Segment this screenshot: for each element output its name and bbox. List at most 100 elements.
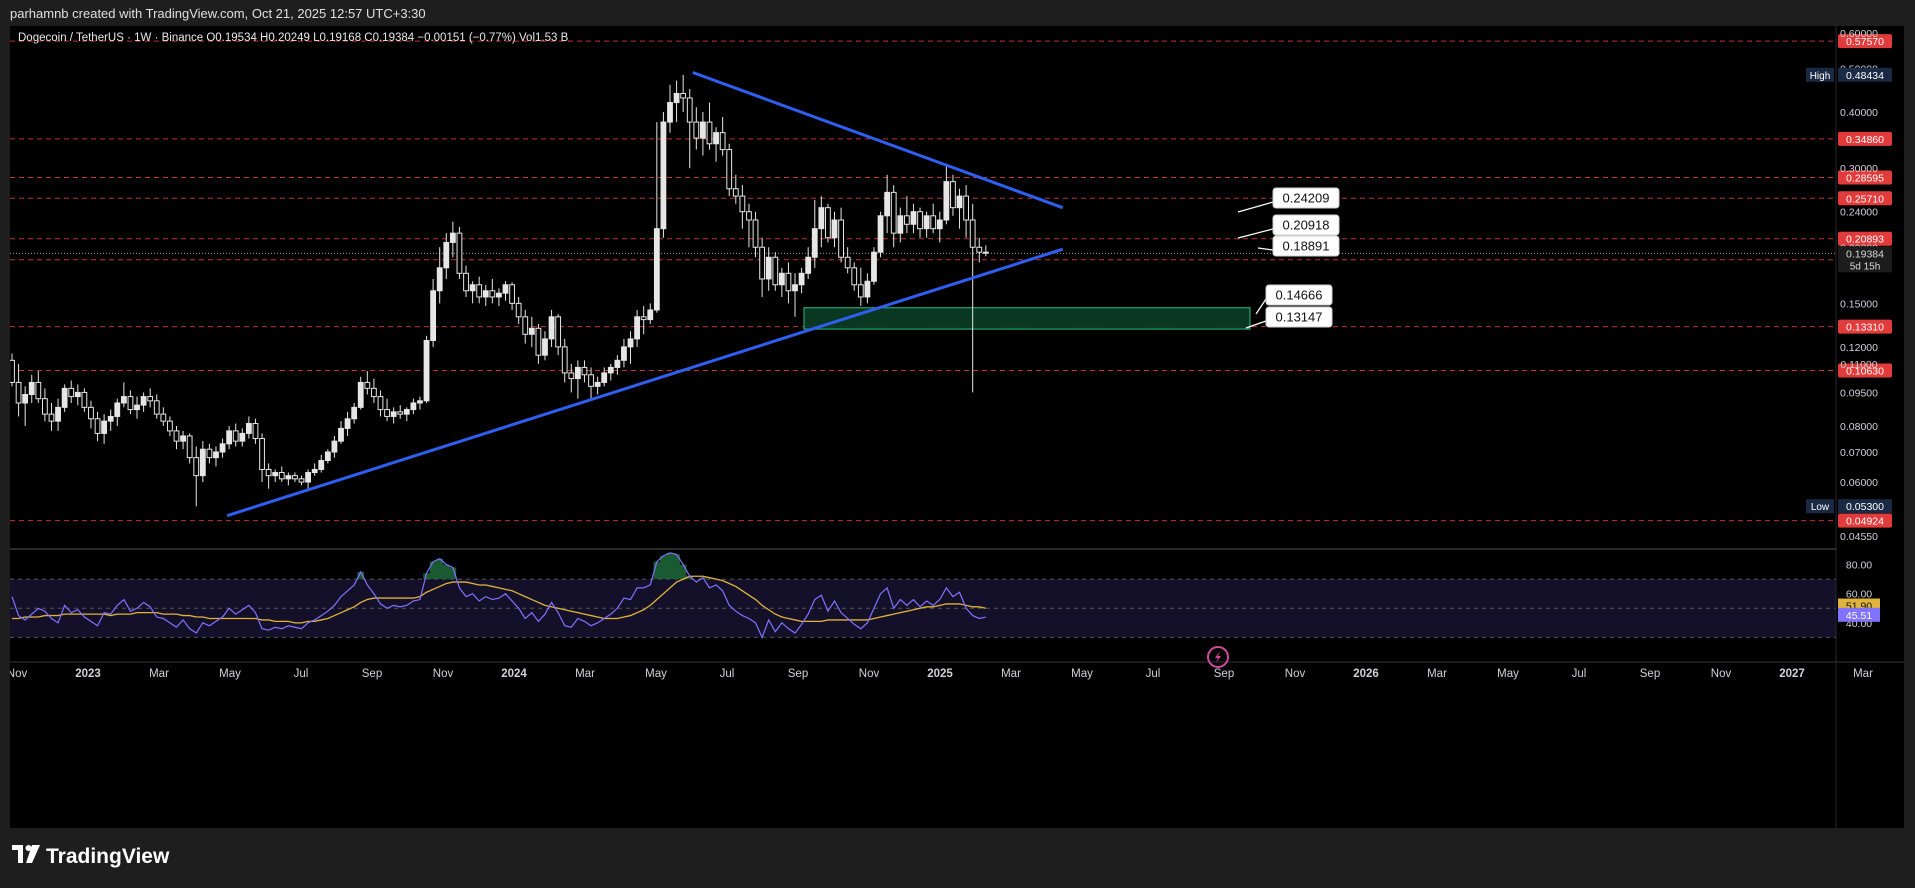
candle-body (502, 284, 509, 294)
candle-body (153, 400, 160, 415)
candle-body (206, 448, 213, 459)
price-tick: 0.30000 (1840, 163, 1878, 175)
candle-body (120, 396, 127, 404)
candle-body (686, 97, 693, 123)
candle-body (15, 381, 22, 404)
candle-body (963, 195, 970, 221)
candle-body (627, 338, 634, 348)
candle-body (831, 219, 838, 239)
candle-body (285, 475, 292, 480)
candle-body (706, 121, 713, 145)
candle-body (42, 398, 48, 415)
candle-body (811, 228, 818, 258)
candle-body (311, 468, 318, 474)
chart-background (10, 26, 1904, 828)
candle-body (765, 256, 772, 280)
candle-body (377, 396, 384, 411)
candle-body (653, 228, 660, 311)
candle-body (614, 359, 621, 368)
candle-body (535, 327, 542, 356)
price-tick: 0.06000 (1840, 477, 1878, 489)
candle-body (561, 346, 568, 374)
candle-body (607, 366, 614, 374)
chart-frame[interactable]: 0.24209 0.20918 0.18891 0.14666 0.13147 0.57… (10, 26, 1904, 828)
high-tag-label: High (1810, 71, 1831, 82)
candle-body (509, 284, 515, 304)
price-tick: 0.07000 (1840, 447, 1878, 459)
candle-body (877, 215, 884, 253)
time-tick: Jul (1146, 668, 1161, 680)
candle-body (588, 374, 594, 387)
price-chart[interactable]: 0.242090.209180.188910.146660.13147 0.57… (10, 26, 1904, 828)
time-tick: 2024 (501, 668, 527, 680)
candle-body (94, 418, 101, 434)
candle-body (726, 149, 733, 190)
candle-body (930, 215, 937, 230)
candle-body (344, 418, 351, 429)
time-tick: Nov (433, 668, 454, 680)
candle-body (581, 366, 588, 376)
candle-body (232, 430, 239, 442)
time-tick: Mar (1427, 668, 1447, 680)
candle-body (397, 411, 404, 415)
tradingview-logo-icon (12, 844, 40, 869)
tradingview-logo[interactable]: TradingView (12, 844, 169, 869)
time-tick: Sep (362, 668, 382, 680)
candle-body (390, 411, 397, 417)
level-tag-label: 0.34860 (1846, 134, 1884, 146)
level-tag-label: 0.04924 (1846, 516, 1884, 528)
candle-body (252, 423, 259, 440)
candle-body (364, 381, 371, 389)
candle-body (22, 393, 29, 404)
candle-body (193, 457, 200, 477)
candle-body (838, 219, 844, 258)
time-tick: Sep (788, 668, 808, 680)
candle-body (245, 423, 252, 434)
time-tick: 2025 (927, 668, 953, 680)
candle-body (134, 404, 140, 411)
candle-body (35, 381, 42, 400)
candle-body (647, 309, 654, 321)
time-tick: May (219, 668, 241, 680)
candle-body (101, 420, 108, 434)
candle-body (522, 316, 529, 335)
time-tick: May (1071, 668, 1093, 680)
candle-body (10, 359, 15, 383)
level-tag-label: 0.13310 (1846, 322, 1884, 334)
time-tick: Mar (149, 668, 169, 680)
callout-label: 0.13147 (1276, 310, 1323, 325)
candle-body (548, 316, 555, 340)
candle-body (700, 121, 706, 139)
candle-body (982, 251, 989, 254)
candle-body (864, 280, 871, 298)
candle-body (884, 191, 891, 217)
candle-body (324, 451, 331, 462)
candle-body (147, 396, 154, 402)
price-tick: 0.12000 (1840, 342, 1878, 354)
candle-body (239, 432, 246, 442)
candle-body (61, 387, 68, 408)
candle-body (936, 219, 943, 230)
candle-body (331, 440, 338, 453)
candle-body (844, 256, 851, 269)
price-tick: 0.40000 (1840, 107, 1878, 119)
high-value: 0.48434 (1846, 70, 1884, 82)
candle-body (719, 132, 726, 151)
candle-body (489, 290, 496, 298)
candle-body (956, 195, 963, 209)
candle-body (950, 181, 956, 209)
candle-body (469, 284, 476, 292)
level-tag-label: 0.25710 (1846, 193, 1884, 205)
candle-body (739, 195, 746, 213)
candle-body (173, 430, 180, 442)
candle-body (660, 121, 667, 230)
candle-body (851, 267, 858, 286)
candle-body (371, 387, 377, 398)
candle-body (621, 346, 627, 361)
candle-body (482, 290, 489, 298)
price-tick: 0.60000 (1840, 28, 1878, 40)
callout-label: 0.14666 (1276, 288, 1323, 303)
candle-body (555, 316, 562, 348)
candle-body (430, 290, 437, 341)
brand-name: TradingView (46, 844, 170, 868)
